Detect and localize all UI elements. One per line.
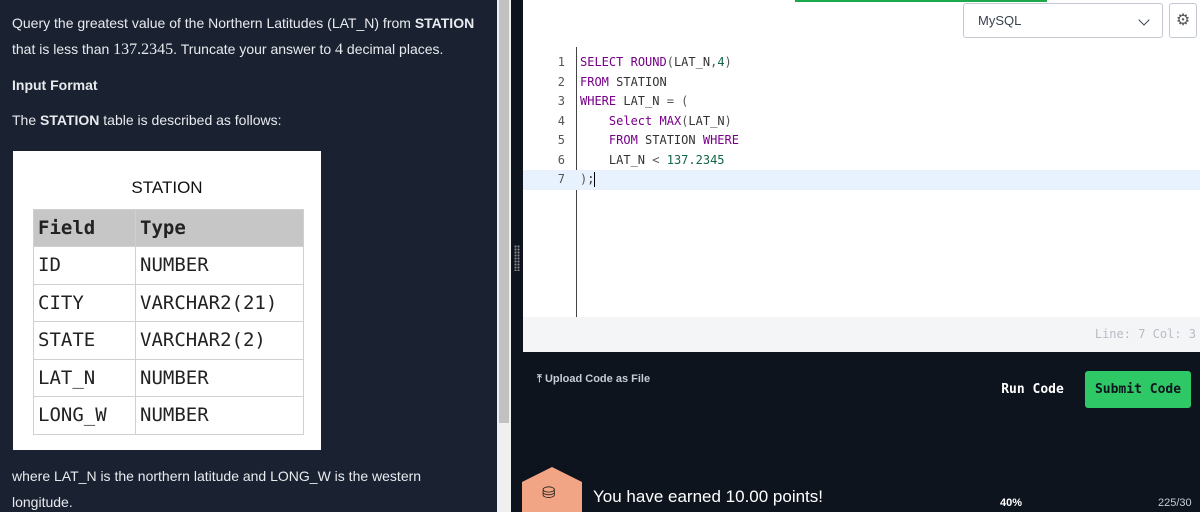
problem-line-1: Query the greatest value of the Northern… [12, 15, 475, 31]
table-header-row: Field Type [33, 209, 304, 247]
code-line[interactable]: 2 FROM STATION [523, 73, 1200, 93]
station-table: Field Type ID NUMBER CITY VARCHAR2(21) S… [33, 209, 304, 435]
earned-message: You have earned 10.00 points! [593, 487, 824, 506]
code-text: Select MAX(LAT_N) [608, 113, 732, 128]
footer-line-1: where LAT_N is the northern latitude and… [12, 468, 422, 484]
code-text: WHERE LAT_N = ( [580, 94, 689, 108]
upload-label: Upload Code as File [544, 373, 651, 385]
score-count: 225/30 [1158, 497, 1192, 509]
code-line[interactable]: 1 SELECT ROUND(LAT_N,4) [523, 53, 1200, 73]
chevron-down-icon [1138, 14, 1150, 26]
code-text: FROM STATION [580, 74, 667, 89]
table-row: LONG_W NUMBER [33, 396, 304, 435]
line-number: 7 [557, 172, 565, 186]
progress-accent-line [795, 0, 1047, 2]
field-cell: LAT_N [33, 358, 136, 397]
code-line[interactable]: 3 WHERE LAT_N = ( [523, 92, 1200, 112]
gear-icon: ⚙ [1175, 12, 1191, 29]
station-table-image: STATION Field Type ID NUMBER CITY VARCHA… [13, 151, 321, 450]
field-cell: CITY [33, 283, 136, 322]
line-number: 4 [557, 113, 565, 128]
code-line[interactable]: 5 FROM STATION WHERE [523, 131, 1200, 151]
problem-panel: Query the greatest value of the Northern… [0, 0, 497, 512]
column-header: Type [135, 209, 304, 247]
settings-button[interactable]: ⚙ [1169, 3, 1197, 38]
code-line[interactable]: 4 Select MAX(LAT_N) [523, 112, 1200, 132]
column-header: Field [33, 209, 136, 247]
footer-line-2: longitude. [12, 494, 73, 510]
text-cursor [594, 172, 596, 187]
run-code-button[interactable]: Run Code [992, 371, 1073, 408]
type-cell: NUMBER [135, 358, 304, 397]
upload-icon: ⤒ [537, 373, 542, 385]
code-text: ); [580, 172, 596, 187]
table-row: CITY VARCHAR2(21) [33, 283, 304, 322]
type-cell: NUMBER [135, 246, 304, 285]
problem-line-2: that is less than 137.2345. Truncate you… [12, 41, 444, 58]
type-cell: NUMBER [135, 396, 304, 435]
language-select[interactable]: MySQL [963, 3, 1163, 38]
progress-percent: 40% [1000, 497, 1023, 509]
editor-status-bar: Line: 7 Col: 3 [523, 317, 1200, 352]
line-number: 5 [557, 133, 565, 147]
cursor-position: Line: 7 Col: 3 [1094, 327, 1196, 341]
database-icon: ⛁ [542, 485, 556, 502]
language-label: MySQL [978, 13, 1022, 28]
table-description: The STATION table is described as follow… [12, 112, 282, 128]
code-text: FROM STATION WHERE [608, 133, 739, 147]
field-cell: LONG_W [33, 396, 136, 435]
field-cell: ID [33, 246, 136, 285]
code-line[interactable]: 6 LAT_N < 137.2345 [523, 151, 1200, 171]
code-text: LAT_N < 137.2345 [580, 152, 725, 167]
submit-code-button[interactable]: Submit Code [1085, 371, 1191, 408]
upload-code-link[interactable]: ⤒ Upload Code as File [537, 373, 650, 386]
drag-handle-icon[interactable] [514, 245, 520, 271]
input-format-heading: Input Format [12, 77, 98, 93]
line-number: 2 [557, 74, 565, 89]
type-cell: VARCHAR2(2) [135, 321, 304, 360]
table-row: LAT_N NUMBER [33, 358, 304, 397]
code-line-active[interactable]: 7 ); [523, 170, 1200, 190]
table-row: STATE VARCHAR2(2) [33, 321, 304, 360]
table-caption: STATION [131, 178, 203, 197]
table-row: ID NUMBER [33, 246, 304, 285]
line-number: 1 [557, 55, 565, 69]
scrollbar-thumb[interactable] [499, 0, 509, 423]
field-cell: STATE [33, 321, 136, 360]
code-text: SELECT ROUND(LAT_N,4) [580, 55, 732, 69]
line-number: 6 [557, 152, 565, 167]
type-cell: VARCHAR2(21) [135, 283, 304, 322]
code-editor[interactable]: 1 SELECT ROUND(LAT_N,4) 2 FROM STATION 3… [523, 47, 1200, 317]
line-number: 3 [557, 94, 565, 108]
